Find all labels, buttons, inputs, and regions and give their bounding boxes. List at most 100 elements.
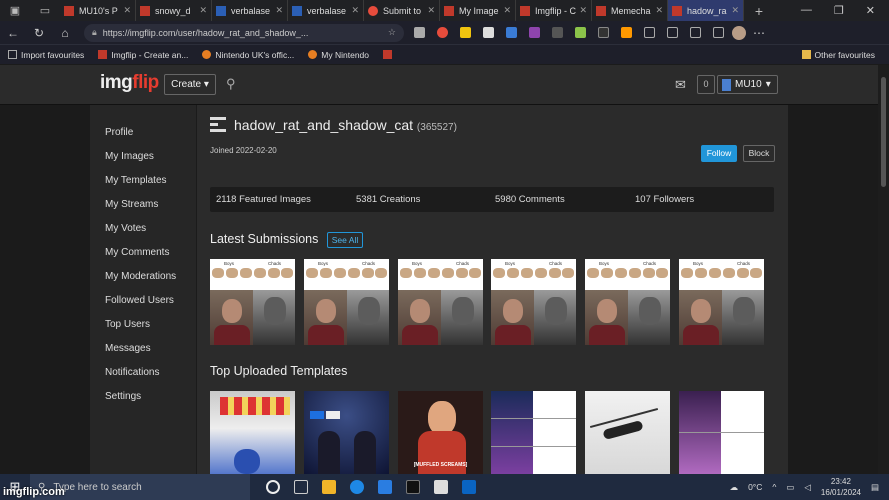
network-icon[interactable]: ▭ — [786, 482, 794, 493]
template-thumbnail[interactable] — [679, 391, 764, 474]
block-button[interactable]: Block — [743, 145, 775, 162]
stat-creations[interactable]: 5381 Creations — [356, 194, 420, 205]
notifications-icon[interactable]: ▤ — [871, 482, 879, 493]
workspaces-icon[interactable]: ▣ — [8, 4, 22, 18]
address-field[interactable]: 🔒︎ https://imgflip.com/user/hadow_rat_an… — [84, 23, 404, 42]
task-view-icon[interactable] — [294, 480, 308, 494]
search-icon[interactable]: ⚲ — [226, 76, 236, 92]
extension-icon[interactable] — [437, 27, 448, 38]
collections-icon[interactable] — [713, 27, 724, 38]
browser-tab[interactable]: verbalase ✕ — [212, 0, 288, 21]
sidebar-item-my-templates[interactable]: My Templates — [105, 175, 167, 186]
favourite-star-icon[interactable]: ☆ — [388, 27, 396, 38]
scrollbar-thumb[interactable] — [881, 77, 886, 187]
close-tab-icon[interactable]: ✕ — [351, 5, 359, 16]
favourite-imgflip[interactable]: Imgflip - Create an... — [98, 50, 188, 60]
sidebar-item-top-users[interactable]: Top Users — [105, 319, 150, 330]
stat-followers[interactable]: 107 Followers — [635, 194, 694, 205]
close-tab-icon[interactable]: ✕ — [427, 5, 435, 16]
volume-icon[interactable]: ◁ — [804, 482, 811, 493]
extension-icon[interactable] — [598, 27, 609, 38]
browser-tab[interactable]: verbalase ✕ — [288, 0, 364, 21]
sidebar-item-notifications[interactable]: Notifications — [105, 367, 159, 378]
submission-thumbnail[interactable]: Boys Chads — [585, 259, 670, 345]
more-icon[interactable]: ⋯ — [746, 26, 772, 40]
sidebar-item-my-votes[interactable]: My Votes — [105, 223, 146, 234]
cortana-icon[interactable] — [266, 480, 280, 494]
extension-icon[interactable] — [483, 27, 494, 38]
close-window-icon[interactable]: ✕ — [866, 4, 875, 17]
favourite-extra[interactable] — [383, 50, 392, 59]
favourite-my-nintendo[interactable]: My Nintendo — [308, 50, 369, 60]
x-app-icon[interactable] — [406, 480, 420, 494]
browser-tab[interactable]: Submit to ✕ — [364, 0, 440, 21]
file-explorer-icon[interactable] — [322, 480, 336, 494]
notification-count[interactable]: 0 — [697, 75, 715, 94]
weather-temp[interactable]: 0°C — [748, 482, 762, 492]
submission-thumbnail[interactable]: Boys Chads — [398, 259, 483, 345]
favourites-icon[interactable] — [690, 27, 701, 38]
close-tab-icon[interactable]: ✕ — [731, 5, 739, 16]
follow-button[interactable]: Follow — [701, 145, 737, 162]
close-tab-icon[interactable]: ✕ — [655, 5, 663, 16]
tab-actions-icon[interactable]: ▭ — [38, 4, 52, 18]
new-tab-button[interactable]: + — [752, 4, 766, 18]
sidebar-item-messages[interactable]: Messages — [105, 343, 151, 354]
close-tab-icon[interactable]: ✕ — [503, 5, 511, 16]
maximize-icon[interactable]: ❐ — [834, 4, 844, 17]
sidebar-item-my-images[interactable]: My Images — [105, 151, 154, 162]
browser-tab-active[interactable]: hadow_ra ✕ — [668, 0, 744, 21]
template-thumbnail[interactable]: [MUFFLED SCREAMS] — [398, 391, 483, 474]
template-thumbnail[interactable] — [585, 391, 670, 474]
create-button[interactable]: Create ▾ — [164, 74, 216, 95]
close-tab-icon[interactable]: ✕ — [123, 5, 131, 16]
sidebar-item-my-streams[interactable]: My Streams — [105, 199, 158, 210]
sidebar-item-profile[interactable]: Profile — [105, 127, 133, 138]
stat-featured[interactable]: 2118 Featured Images — [216, 194, 311, 205]
favourite-nintendo-uk[interactable]: Nintendo UK's offic... — [202, 50, 294, 60]
extension-icon[interactable] — [575, 27, 586, 38]
template-thumbnail[interactable] — [304, 391, 389, 474]
profile-avatar[interactable] — [732, 25, 746, 40]
minimize-icon[interactable]: — — [801, 4, 812, 17]
weather-icon[interactable]: ☁ — [730, 482, 739, 493]
submission-thumbnail[interactable]: Boys Chads — [304, 259, 389, 345]
sidebar-item-my-comments[interactable]: My Comments — [105, 247, 169, 258]
submission-thumbnail[interactable]: Boys Chads — [210, 259, 295, 345]
store-icon[interactable] — [434, 480, 448, 494]
page-scrollbar[interactable] — [878, 65, 889, 474]
sidebar-item-followed-users[interactable]: Followed Users — [105, 295, 174, 306]
refresh-icon[interactable]: ↻ — [26, 26, 52, 40]
browser-tab[interactable]: Memecha ✕ — [592, 0, 668, 21]
extension-icon[interactable] — [529, 27, 540, 38]
template-thumbnail[interactable] — [491, 391, 576, 474]
see-all-button[interactable]: See All — [327, 232, 363, 248]
submission-thumbnail[interactable]: Boys Chads — [679, 259, 764, 345]
browser-tab[interactable]: MU10's P ✕ — [60, 0, 136, 21]
browser-tab[interactable]: My Image ✕ — [440, 0, 516, 21]
template-thumbnail[interactable] — [210, 391, 295, 474]
close-tab-icon[interactable]: ✕ — [579, 5, 587, 16]
extension-icon[interactable] — [414, 27, 425, 38]
sidebar-item-my-moderations[interactable]: My Moderations — [105, 271, 176, 282]
favourite-import[interactable]: Import favourites — [8, 50, 84, 60]
edge-icon[interactable] — [350, 480, 364, 494]
submission-thumbnail[interactable]: Boys Chads — [491, 259, 576, 345]
imgflip-logo[interactable]: imgflip — [100, 72, 159, 94]
extension-icon[interactable] — [552, 27, 563, 38]
user-menu-button[interactable]: MU10 ▾ — [717, 75, 778, 94]
home-icon[interactable]: ⌂ — [52, 26, 78, 40]
mail-icon[interactable] — [378, 480, 392, 494]
browser-tab[interactable]: Imgflip - C ✕ — [516, 0, 592, 21]
clock[interactable]: 23:42 16/01/2024 — [821, 476, 861, 498]
other-favourites[interactable]: Other favourites — [801, 50, 875, 60]
browser-tab[interactable]: snowy_d ✕ — [136, 0, 212, 21]
puzzle-icon[interactable] — [644, 27, 655, 38]
close-tab-icon[interactable]: ✕ — [199, 5, 207, 16]
close-tab-icon[interactable]: ✕ — [275, 5, 283, 16]
sidebar-item-settings[interactable]: Settings — [105, 391, 141, 402]
extension-icon[interactable] — [621, 27, 632, 38]
split-screen-icon[interactable] — [667, 27, 678, 38]
extension-icon[interactable] — [506, 27, 517, 38]
chevron-up-icon[interactable]: ^ — [772, 482, 776, 492]
